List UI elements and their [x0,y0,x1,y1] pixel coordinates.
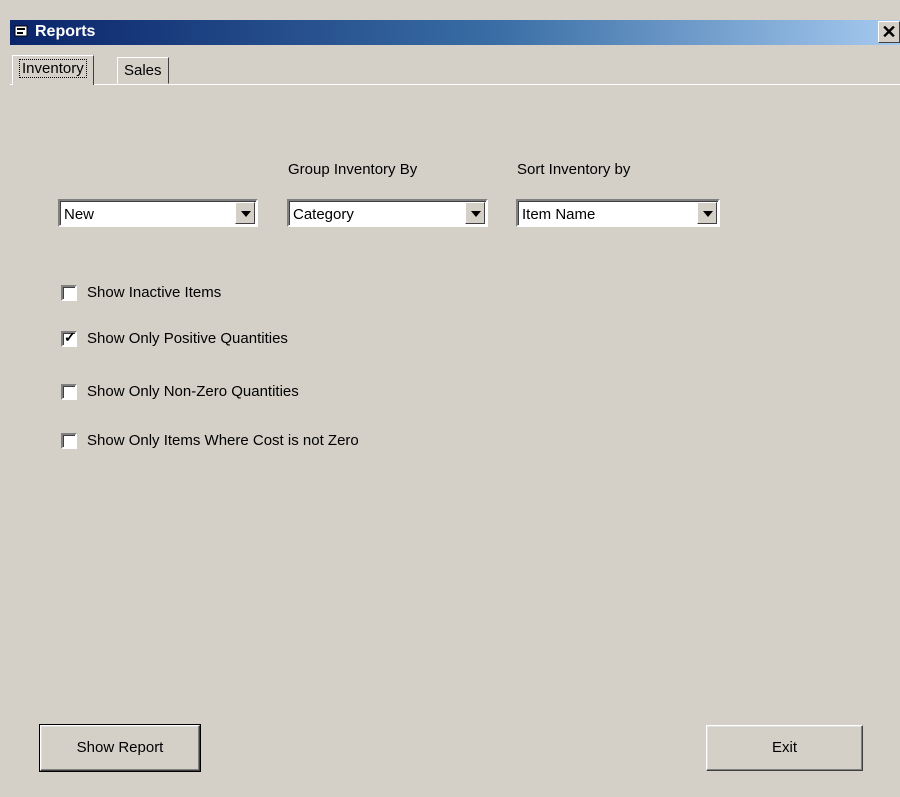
reports-app-icon [14,25,28,37]
group-by-select[interactable]: Category [287,199,488,227]
sort-by-select[interactable]: Item Name [516,199,720,227]
sort-by-value: Item Name [522,206,596,223]
tab-inventory-label: Inventory [19,59,87,78]
show-only-non-zero-quantities-label: Show Only Non-Zero Quantities [87,383,299,400]
tab-sales[interactable]: Sales [117,57,169,84]
report-type-select[interactable]: New [58,199,258,227]
sort-by-label: Sort Inventory by [517,161,631,178]
show-only-items-cost-not-zero-checkbox[interactable] [61,433,77,449]
tab-strip-divider [10,84,900,85]
report-type-value: New [64,206,95,223]
show-only-positive-quantities-checkbox[interactable]: ✓ [61,329,77,347]
reports-window: Inventory Sales Group Inventory By Sort … [10,45,900,797]
group-by-label: Group Inventory By [288,161,418,178]
chevron-down-icon[interactable] [465,202,485,224]
show-only-items-cost-not-zero-label: Show Only Items Where Cost is not Zero [87,432,359,449]
close-icon: ✕ [881,22,897,42]
show-report-button[interactable]: Show Report [39,724,201,772]
tab-inventory[interactable]: Inventory [12,55,94,85]
close-button[interactable]: ✕ [878,21,900,43]
tab-sales-label: Sales [124,62,162,79]
chevron-down-icon[interactable] [697,202,717,224]
chevron-down-icon[interactable] [235,202,255,224]
title-bar: Reports ✕ [10,20,900,45]
show-only-positive-quantities-label: Show Only Positive Quantities [87,330,288,347]
show-inactive-items-label: Show Inactive Items [87,284,222,301]
exit-button[interactable]: Exit [706,725,863,771]
window-title: Reports [35,23,96,40]
show-inactive-items-checkbox[interactable] [61,285,77,301]
group-by-value: Category [293,206,354,223]
show-only-non-zero-quantities-checkbox[interactable] [61,384,77,400]
checkmark-icon: ✓ [64,329,76,345]
